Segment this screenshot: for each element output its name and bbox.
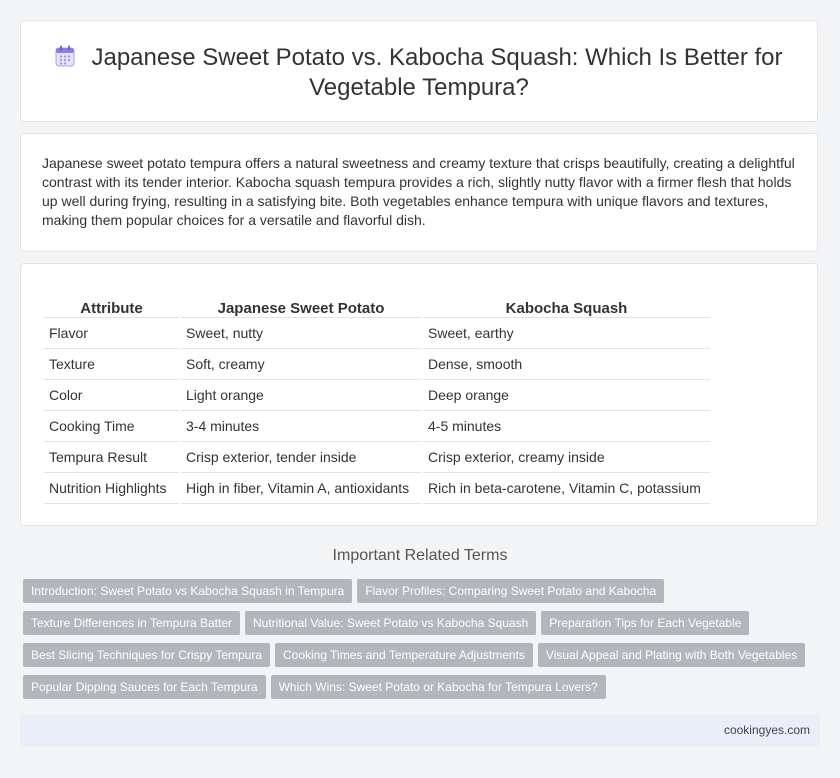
table-cell: Rich in beta-carotene, Vitamin C, potass… — [423, 473, 710, 504]
title-card: Japanese Sweet Potato vs. Kabocha Squash… — [20, 20, 818, 122]
footer-site-link[interactable]: cookingyes.com — [724, 723, 810, 737]
table-row: Tempura Result Crisp exterior, tender in… — [44, 442, 710, 473]
table-cell: Tempura Result — [44, 442, 179, 473]
related-tag[interactable]: Which Wins: Sweet Potato or Kabocha for … — [270, 675, 606, 699]
related-tag[interactable]: Preparation Tips for Each Vegetable — [541, 611, 750, 635]
header-kabocha: Kabocha Squash — [423, 295, 710, 318]
table-row: Texture Soft, creamy Dense, smooth — [44, 349, 710, 380]
table-cell: Nutrition Highlights — [44, 473, 179, 504]
table-cell: Texture — [44, 349, 179, 380]
table-cell: High in fiber, Vitamin A, antioxidants — [181, 473, 421, 504]
table-cell: Deep orange — [423, 380, 710, 411]
table-cell: Color — [44, 380, 179, 411]
table-cell: Light orange — [181, 380, 421, 411]
table-cell: Crisp exterior, tender inside — [181, 442, 421, 473]
page-title: Japanese Sweet Potato vs. Kabocha Squash… — [41, 43, 797, 103]
related-tag[interactable]: Texture Differences in Tempura Batter — [23, 611, 240, 635]
table-cell: Crisp exterior, creamy inside — [423, 442, 710, 473]
header-sweet-potato: Japanese Sweet Potato — [181, 295, 421, 318]
tag-row: Introduction: Sweet Potato vs Kabocha Sq… — [23, 579, 823, 611]
related-tags: Introduction: Sweet Potato vs Kabocha Sq… — [23, 579, 823, 707]
table-header-row: Attribute Japanese Sweet Potato Kabocha … — [44, 295, 710, 318]
calendar-icon — [55, 45, 75, 67]
header-attribute: Attribute — [44, 295, 179, 318]
table-row: Color Light orange Deep orange — [44, 380, 710, 411]
related-tag[interactable]: Visual Appeal and Plating with Both Vege… — [537, 643, 806, 667]
page-title-text: Japanese Sweet Potato vs. Kabocha Squash… — [91, 44, 783, 101]
table-cell: Sweet, nutty — [181, 318, 421, 349]
table-cell: Sweet, earthy — [423, 318, 710, 349]
table-cell: Soft, creamy — [181, 349, 421, 380]
footer: cookingyes.com — [20, 714, 820, 747]
table-cell: 3-4 minutes — [181, 411, 421, 442]
related-tag[interactable]: Popular Dipping Sauces for Each Tempura — [23, 675, 266, 699]
table-row: Flavor Sweet, nutty Sweet, earthy — [44, 318, 710, 349]
intro-card: Japanese sweet potato tempura offers a n… — [20, 133, 818, 252]
table-cell: Dense, smooth — [423, 349, 710, 380]
related-tag[interactable]: Introduction: Sweet Potato vs Kabocha Sq… — [23, 579, 353, 603]
comparison-card: Attribute Japanese Sweet Potato Kabocha … — [20, 263, 818, 526]
related-tag[interactable]: Nutritional Value: Sweet Potato vs Kaboc… — [245, 611, 537, 635]
intro-paragraph: Japanese sweet potato tempura offers a n… — [42, 155, 795, 228]
related-tag[interactable]: Cooking Times and Temperature Adjustment… — [275, 643, 533, 667]
comparison-table: Attribute Japanese Sweet Potato Kabocha … — [42, 295, 712, 504]
tag-row: Texture Differences in Tempura Batter Nut… — [23, 611, 823, 643]
table-row: Cooking Time 3-4 minutes 4-5 minutes — [44, 411, 710, 442]
tag-row: Popular Dipping Sauces for Each Tempura W… — [23, 675, 823, 707]
table-cell: Flavor — [44, 318, 179, 349]
table-cell: 4-5 minutes — [423, 411, 710, 442]
related-tag[interactable]: Flavor Profiles: Comparing Sweet Potato … — [357, 579, 665, 603]
related-tag[interactable]: Best Slicing Techniques for Crispy Tempu… — [23, 643, 270, 667]
tag-row: Best Slicing Techniques for Crispy Tempu… — [23, 643, 823, 675]
related-terms-heading: Important Related Terms — [332, 547, 508, 564]
table-cell: Cooking Time — [44, 411, 179, 442]
table-row: Nutrition Highlights High in fiber, Vita… — [44, 473, 710, 504]
